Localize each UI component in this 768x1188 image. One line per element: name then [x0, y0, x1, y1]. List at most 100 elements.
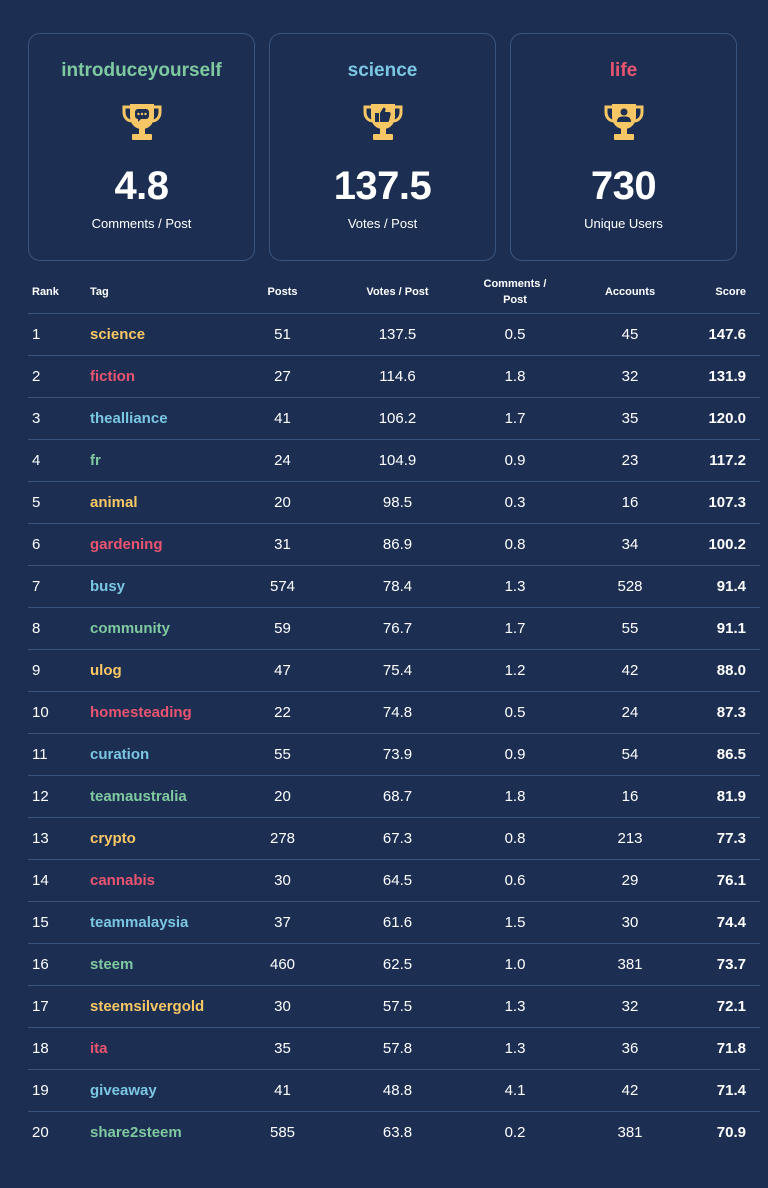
cell-votes-per-post: 106.2: [325, 397, 470, 440]
card-tag[interactable]: science: [270, 60, 495, 82]
cell-accounts: 381: [617, 1124, 643, 1141]
trophy-thumbs-up-icon: [363, 104, 402, 140]
cell-posts: 585: [269, 1124, 296, 1141]
cell-votes-per-post: 104.9: [325, 439, 470, 482]
table-row: 8 community 59 76.7 1.7 55 91.1: [28, 607, 760, 650]
cell-accounts: 24: [560, 691, 700, 734]
cell-tag[interactable]: share2steem: [86, 1112, 240, 1154]
table-row: 17 steemsilvergold 30 57.5 1.3 32 72.1: [28, 985, 760, 1028]
cell-tag[interactable]: thealliance: [86, 397, 240, 440]
cell-score: 77.3: [700, 817, 760, 860]
cell-tag[interactable]: ulog: [86, 649, 240, 692]
cell-rank: 5: [28, 481, 86, 524]
cell-accounts: 16: [560, 481, 700, 524]
cell-rank: 2: [28, 355, 86, 398]
cell-votes-per-post: 48.8: [325, 1069, 470, 1112]
header-accounts[interactable]: Accounts: [560, 270, 700, 314]
cell-tag[interactable]: homesteading: [86, 691, 240, 734]
cell-tag[interactable]: cannabis: [86, 859, 240, 902]
cell-accounts: 32: [560, 355, 700, 398]
cell-accounts: 54: [560, 733, 700, 776]
cell-tag[interactable]: giveaway: [86, 1069, 240, 1112]
cell-rank: 12: [28, 775, 86, 818]
cell-votes-per-post: 57.5: [325, 985, 470, 1028]
table-row: 1 science 51 137.5 0.5 45 147.6: [28, 313, 760, 356]
cell-votes-per-post: 61.6: [325, 901, 470, 944]
cell-rank: 15: [28, 901, 86, 944]
cell-score: 76.1: [700, 859, 760, 902]
trophy-comment-icon: [122, 104, 161, 140]
cell-accounts: 213: [560, 817, 700, 860]
cell-rank: 3: [28, 397, 86, 440]
header-rank[interactable]: Rank: [28, 270, 86, 314]
cell-tag[interactable]: curation: [86, 733, 240, 776]
cell-rank: 11: [28, 733, 86, 776]
cell-tag[interactable]: crypto: [86, 817, 240, 860]
cell-comments-per-post: 4.1: [470, 1069, 560, 1112]
cell-accounts: 381: [560, 943, 700, 986]
cell-score: 117.2: [700, 439, 760, 482]
table-row: 3 thealliance 41 106.2 1.7 35 120.0: [28, 397, 760, 440]
cell-accounts: 42: [560, 649, 700, 692]
cell-votes-per-post: 68.7: [325, 775, 470, 818]
cell-tag[interactable]: science: [86, 313, 240, 356]
cell-tag[interactable]: steemsilvergold: [86, 985, 240, 1028]
cell-rank: 6: [28, 523, 86, 566]
table-row: 16 steem 460 62.5 1.0 381 73.7: [28, 943, 760, 986]
cell-votes-per-post: 78.4: [325, 565, 470, 608]
cell-tag[interactable]: teammalaysia: [86, 901, 240, 944]
cell-accounts: 30: [560, 901, 700, 944]
cell-rank: 16: [28, 943, 86, 986]
cell-accounts: 528: [560, 565, 700, 608]
header-tag[interactable]: Tag: [86, 270, 240, 314]
header-comments-per-post[interactable]: Comments / Post: [470, 270, 560, 314]
card-tag[interactable]: life: [511, 60, 736, 82]
cell-tag[interactable]: ita: [86, 1027, 240, 1070]
cell-posts: 35: [240, 1027, 325, 1070]
cell-votes-per-post: 76.7: [325, 607, 470, 650]
cell-tag[interactable]: busy: [86, 565, 240, 608]
cell-posts: 574: [240, 565, 325, 608]
table-row: 6 gardening 31 86.9 0.8 34 100.2: [28, 523, 760, 566]
cell-accounts: 36: [560, 1027, 700, 1070]
cell-accounts: 23: [560, 439, 700, 482]
cell-tag[interactable]: fiction: [86, 355, 240, 398]
cell-rank: 13: [28, 817, 86, 860]
cell-score: 100.2: [700, 523, 760, 566]
cell-score: 147.6: [700, 313, 760, 356]
cell-tag[interactable]: steem: [86, 943, 240, 986]
cell-posts: 55: [240, 733, 325, 776]
cell-tag[interactable]: animal: [86, 481, 240, 524]
header-votes-per-post[interactable]: Votes / Post: [325, 270, 470, 314]
cell-rank: 19: [28, 1069, 86, 1112]
cell-rank: 14: [28, 859, 86, 902]
card-value: 137.5: [333, 164, 432, 208]
header-score[interactable]: Score: [700, 270, 760, 314]
cell-rank: 20: [32, 1124, 49, 1141]
cell-accounts: 55: [560, 607, 700, 650]
cell-comments-per-post: 0.3: [470, 481, 560, 524]
cell-rank: 8: [28, 607, 86, 650]
cell-tag[interactable]: community: [86, 607, 240, 650]
summary-card-users: life 730 Unique Users: [510, 33, 737, 261]
trophy-user-icon: [604, 104, 643, 140]
cell-tag[interactable]: fr: [86, 439, 240, 482]
cell-votes-per-post: 62.5: [325, 943, 470, 986]
cell-accounts: 32: [560, 985, 700, 1028]
header-posts[interactable]: Posts: [240, 270, 325, 314]
cell-comments-per-post: 1.0: [470, 943, 560, 986]
cell-accounts: 42: [560, 1069, 700, 1112]
cell-accounts: 35: [560, 397, 700, 440]
cell-accounts: 45: [560, 313, 700, 356]
cell-tag[interactable]: gardening: [86, 523, 240, 566]
cell-posts: 51: [240, 313, 325, 356]
cell-score: 73.7: [700, 943, 760, 986]
table-row: 11 curation 55 73.9 0.9 54 86.5: [28, 733, 760, 776]
cell-tag[interactable]: teamaustralia: [86, 775, 240, 818]
card-tag[interactable]: introduceyourself: [29, 60, 254, 82]
cell-votes-per-post: 67.3: [325, 817, 470, 860]
cell-comments-per-post: 1.7: [470, 397, 560, 440]
cell-comments-per-post: 0.8: [470, 523, 560, 566]
cell-posts: 41: [240, 397, 325, 440]
cell-comments-per-post: 0.9: [470, 733, 560, 776]
